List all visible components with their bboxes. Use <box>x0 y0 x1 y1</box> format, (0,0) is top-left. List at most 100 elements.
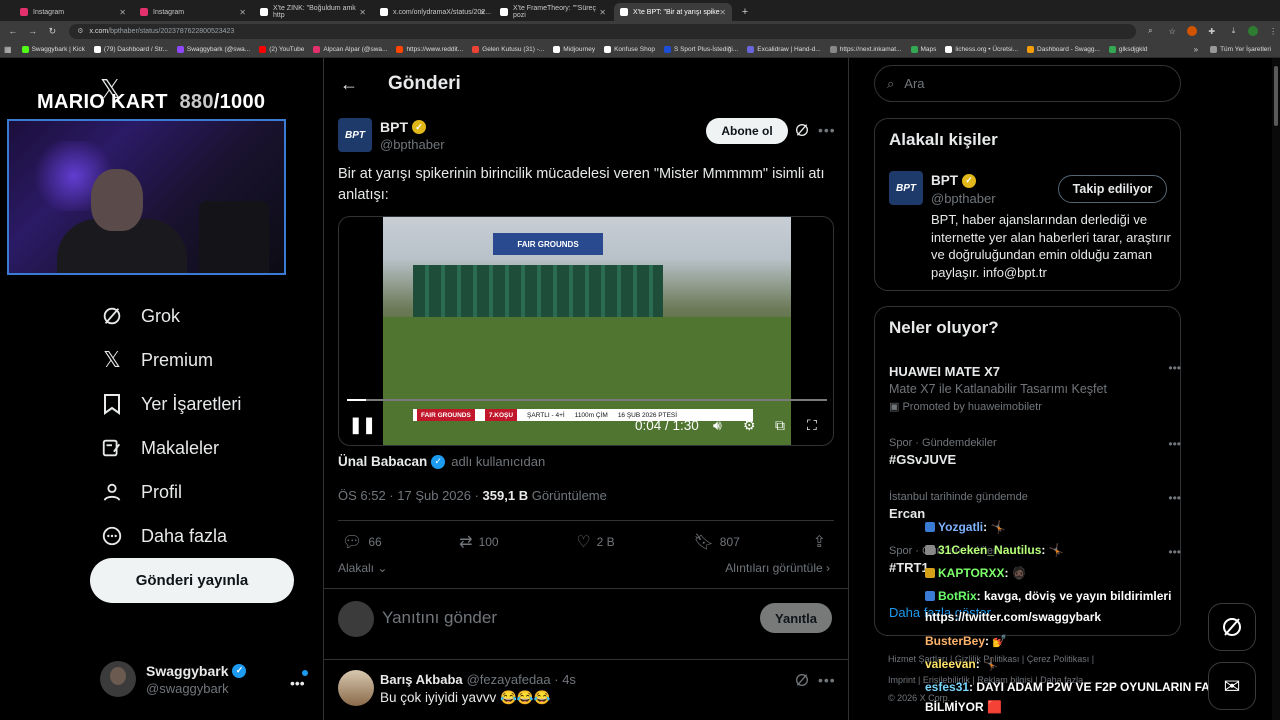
post-author-handle[interactable]: @bpthaber <box>380 137 445 152</box>
video-progress-bar[interactable] <box>347 399 827 401</box>
close-icon[interactable]: ✕ <box>239 8 246 17</box>
share-action[interactable]: ⇪ <box>813 532 832 552</box>
settings-icon[interactable]: ⚙ <box>743 417 756 434</box>
pause-icon[interactable]: ❚❚ <box>349 415 376 435</box>
close-icon[interactable]: ✕ <box>119 8 126 17</box>
browser-tab[interactable]: X'te FrameTheory: ""Süreç pozi ✕ <box>494 3 612 21</box>
repost-action[interactable]: ⇄ 100 <box>459 532 576 552</box>
sidebar-item-more[interactable]: Daha fazla <box>100 514 241 558</box>
post-more-icon[interactable]: ••• <box>818 122 836 138</box>
related-name[interactable]: BPT ✓ <box>931 173 976 188</box>
post-author-avatar[interactable]: BPT <box>338 118 372 152</box>
bookmark-item[interactable]: Midjourney <box>553 45 595 53</box>
trend-item[interactable]: Spor · Gündemdekiler #GSvJUVE ••• <box>889 437 1181 467</box>
bookmark-item[interactable]: Alpcan Alpar (@swa... <box>313 45 387 53</box>
bookmark-action[interactable]: 🔖︎ 807 <box>693 532 812 552</box>
messages-floating-button[interactable]: ✉ <box>1208 662 1256 710</box>
back-icon[interactable]: ← <box>6 24 20 38</box>
bookmark-item[interactable]: (2) YouTube <box>259 45 304 53</box>
url-field[interactable]: ⚙ x.com/bpthaber/status/2023787622800523… <box>69 23 1136 39</box>
post-header: ← Gönderi <box>324 58 848 110</box>
picture-in-picture-icon[interactable]: ⧉ <box>775 417 785 434</box>
comment-author[interactable]: Barış Akbaba @fezayafedaa · 4s <box>380 672 576 687</box>
extension-icon[interactable] <box>1187 26 1197 36</box>
trend-item[interactable]: İstanbul tarihinde gündemde Ercan ••• <box>889 491 1181 521</box>
forward-icon[interactable]: → <box>26 24 40 38</box>
related-dropdown[interactable]: Alakalı ⌄ <box>338 561 387 575</box>
search-icon[interactable]: ⌕ <box>1144 24 1158 38</box>
sidebar-item-profile[interactable]: Profil <box>100 470 241 514</box>
browser-tab[interactable]: Instagram ✕ <box>134 3 252 21</box>
close-icon[interactable]: ✕ <box>719 8 726 17</box>
browser-tab-active[interactable]: X'te BPT: "Bir at yarışı spike ✕ <box>614 3 732 21</box>
menu-icon[interactable]: ⋮ <box>1266 24 1280 38</box>
trend-more-icon[interactable]: ••• <box>1168 437 1181 451</box>
close-icon[interactable]: ✕ <box>359 8 366 17</box>
download-icon[interactable]: ⤓ <box>1227 24 1241 38</box>
all-bookmarks[interactable]: Tüm Yer İşaretleri <box>1210 45 1271 53</box>
reply-input[interactable]: Yanıtını gönder <box>382 608 497 628</box>
account-more-icon[interactable]: ••• <box>290 675 305 691</box>
search-input[interactable]: ⌕ Ara <box>874 65 1181 102</box>
sidebar-item-articles[interactable]: Makaleler <box>100 426 241 470</box>
puzzle-icon[interactable]: ✚ <box>1205 24 1219 38</box>
bookmark-item[interactable]: Dashboard - Swagg... <box>1027 45 1100 53</box>
fullscreen-icon[interactable]: ⛶ <box>807 417 817 434</box>
share-icon: ⇪ <box>812 534 827 551</box>
comment-more-icon[interactable]: ••• <box>818 672 836 688</box>
post-button[interactable]: Gönderi yayınla <box>90 558 294 603</box>
bookmark-item[interactable]: Swaggybark | Kick <box>21 45 85 53</box>
sidebar-item-grok[interactable]: Grok <box>100 294 241 338</box>
grok-floating-button[interactable] <box>1208 603 1256 651</box>
bookmark-item[interactable]: Konfuse Shop <box>604 45 655 53</box>
bookmark-item[interactable]: https://www.reddit... <box>396 45 463 53</box>
chat-text: : 💅 <box>985 634 1008 648</box>
post-author-name[interactable]: BPT ✓ <box>380 119 426 135</box>
browser-tab[interactable]: Instagram ✕ <box>14 3 132 21</box>
chat-text: BİLMİYOR 🟥 <box>925 700 1002 714</box>
bookmark-item[interactable]: Swaggybark (@swa... <box>176 45 250 53</box>
subscribe-button[interactable]: Abone ol <box>706 118 788 144</box>
video-player[interactable]: FAIR GROUNDS FAIR GROUNDS 7.KOŞU ŞARTLI … <box>338 216 834 446</box>
site-info-icon[interactable]: ⚙ <box>77 27 83 35</box>
browser-tab[interactable]: x.com/onlydramaX/status/202... ✕ <box>374 3 492 21</box>
reply-button[interactable]: Yanıtla <box>760 603 832 633</box>
new-tab-button[interactable]: + <box>738 5 752 19</box>
close-icon[interactable]: ✕ <box>479 8 486 17</box>
bookmark-item[interactable]: (79) Dashboard / Str... <box>93 45 168 53</box>
grok-icon[interactable] <box>794 122 810 141</box>
view-quotes-link[interactable]: Alıntıları görüntüle › <box>725 561 830 575</box>
account-switcher[interactable]: Swaggybark ✓ @swaggybark <box>100 661 247 697</box>
footer-link[interactable]: Imprint <box>888 675 916 685</box>
sidebar-item-bookmarks[interactable]: Yer İşaretleri <box>100 382 241 426</box>
sidebar-item-premium[interactable]: 𝕏 Premium <box>100 338 241 382</box>
back-arrow-icon[interactable]: ← <box>340 74 358 95</box>
repost-attribution[interactable]: Ünal Babacan ✓ adlı kullanıcıdan <box>338 454 545 469</box>
following-button[interactable]: Takip ediliyor <box>1058 175 1167 203</box>
profile-avatar-icon[interactable] <box>1248 26 1259 36</box>
volume-icon[interactable]: 🔊︎ <box>713 417 722 434</box>
bookmark-favicon-icon <box>663 45 671 53</box>
like-action[interactable]: ♡ 2 B <box>576 532 693 552</box>
bookmark-item[interactable]: Gelen Kutusu (31) -... <box>472 45 544 53</box>
grok-icon[interactable] <box>794 672 810 691</box>
avatar[interactable]: BPT <box>889 171 923 205</box>
close-icon[interactable]: ✕ <box>599 8 606 17</box>
trend-more-icon[interactable]: ••• <box>1168 491 1181 505</box>
bookmarks-more[interactable]: » <box>1194 45 1198 54</box>
browser-tab[interactable]: X'te ZINK: "Boğuldum amk http ✕ <box>254 3 372 21</box>
bookmark-item[interactable]: Maps <box>910 45 936 53</box>
trend-more-icon[interactable]: ••• <box>1168 361 1181 375</box>
apps-icon[interactable]: ▦ <box>4 45 12 54</box>
bookmark-item[interactable]: Excalidraw | Hand-d... <box>747 45 821 53</box>
reply-action[interactable]: 💬︎ 66 <box>342 532 459 552</box>
star-icon[interactable]: ☆ <box>1165 24 1179 38</box>
reload-icon[interactable]: ↻ <box>46 24 60 38</box>
comment-avatar[interactable] <box>338 670 374 706</box>
trend-item[interactable]: HUAWEI MATE X7 Mate X7 ile Katlanabilir … <box>889 361 1181 413</box>
bookmark-item[interactable]: lichess.org • Ücretsi... <box>945 45 1018 53</box>
bookmark-item[interactable]: https://next.inkamat... <box>829 45 902 53</box>
bookmark-item[interactable]: glksdjgkld <box>1108 45 1147 53</box>
chat-message: KAPTORXX : 🧔🏿 <box>925 566 1027 580</box>
bookmark-item[interactable]: S Sport Plus-İstediği... <box>663 45 738 53</box>
